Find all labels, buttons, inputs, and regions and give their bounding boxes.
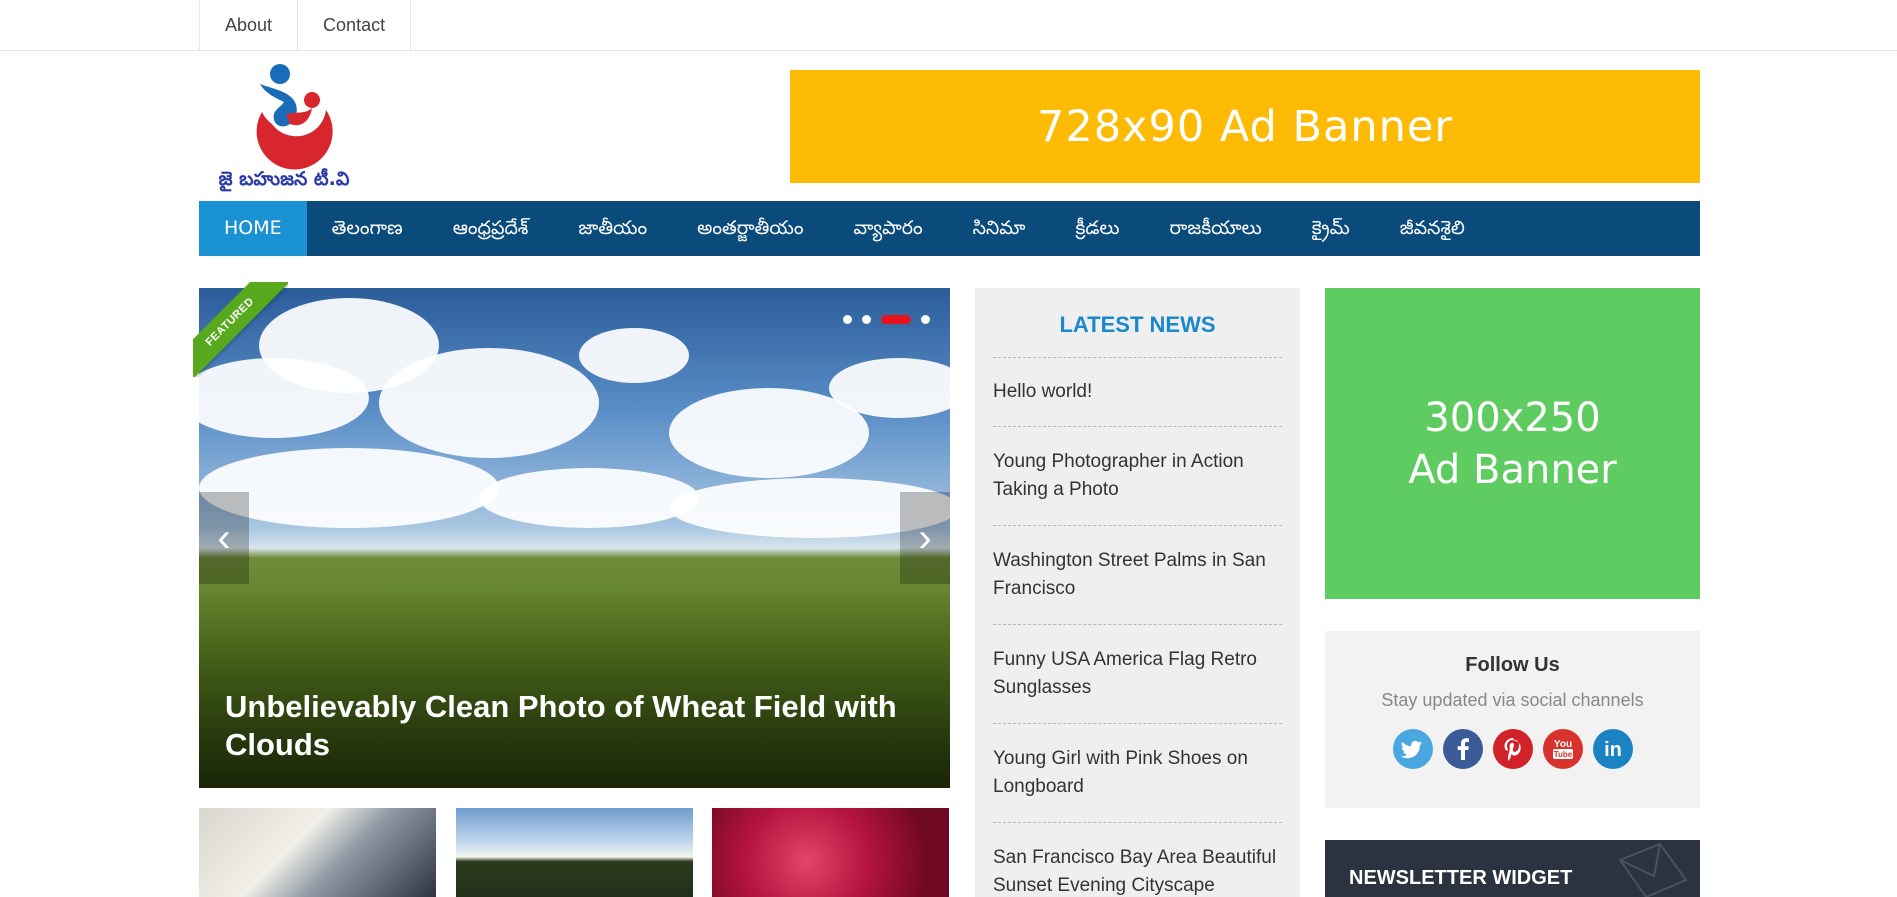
nav-item-crime[interactable]: క్రైమ్	[1287, 201, 1375, 256]
chevron-left-icon[interactable]: ‹	[199, 492, 249, 584]
follow-subtitle: Stay updated via social channels	[1381, 690, 1644, 710]
social-icons: You Tube in	[1325, 729, 1700, 769]
news-item[interactable]: Young Girl with Pink Shoes on Longboard	[993, 724, 1282, 823]
cloud-shape	[379, 348, 599, 458]
logo-mark-icon	[256, 64, 333, 170]
latest-news-title: LATEST NEWS	[993, 312, 1282, 358]
featured-slider[interactable]: ‹ › Unbelievably Clean Photo of Wheat Fi…	[199, 288, 950, 788]
nav-item-politics[interactable]: రాజకీయాలు	[1145, 201, 1287, 256]
nav-item-business[interactable]: వ్యాపారం	[828, 201, 947, 256]
twitter-icon[interactable]	[1392, 729, 1433, 769]
slide-title[interactable]: Unbelievably Clean Photo of Wheat Field …	[225, 688, 925, 764]
ad-banner-300x250[interactable]: 300x250 Ad Banner	[1325, 288, 1700, 599]
svg-text:Tube: Tube	[1553, 750, 1572, 759]
nav-item-national[interactable]: జాతీయం	[553, 201, 672, 256]
site-logo[interactable]: జై బహుజన టీ.వి	[214, 62, 354, 194]
svg-text:in: in	[1604, 739, 1622, 761]
nav-item-cinema[interactable]: సినిమా	[948, 201, 1051, 256]
news-item[interactable]: Hello world!	[993, 358, 1282, 427]
post-thumbnail[interactable]	[712, 808, 949, 897]
ad-banner-728x90[interactable]: 728x90 Ad Banner	[790, 70, 1700, 183]
top-bar: About Contact	[0, 0, 1897, 51]
news-item[interactable]: Washington Street Palms in San Francisco	[993, 526, 1282, 625]
news-item[interactable]: Young Photographer in Action Taking a Ph…	[993, 427, 1282, 526]
nav-item-andhra-pradesh[interactable]: ఆంధ్రప్రదేశ్	[428, 201, 554, 256]
nav-item-international[interactable]: అంతర్జాతీయం	[672, 201, 828, 256]
cloud-shape	[479, 468, 699, 528]
svg-text:You: You	[1553, 739, 1571, 750]
slider-dot[interactable]	[862, 315, 871, 324]
pinterest-icon[interactable]	[1492, 729, 1533, 769]
facebook-icon[interactable]	[1442, 729, 1483, 769]
nav-item-home[interactable]: HOME	[199, 201, 307, 256]
slider-dot[interactable]	[843, 315, 852, 324]
follow-title: Follow Us	[1465, 654, 1560, 676]
top-link-about[interactable]: About	[200, 0, 299, 51]
featured-badge: FEATURED	[193, 282, 288, 377]
nav-item-lifestyle[interactable]: జీవనశైలి	[1375, 201, 1490, 256]
news-item[interactable]: Funny USA America Flag Retro Sunglasses	[993, 625, 1282, 724]
post-thumbnail[interactable]	[199, 808, 436, 897]
chevron-right-icon[interactable]: ›	[900, 492, 950, 584]
youtube-icon[interactable]: You Tube	[1542, 729, 1583, 769]
logo-text: జై బహుజన టీ.వి	[218, 168, 350, 190]
slider-dot[interactable]	[921, 315, 930, 324]
follow-us-widget: Follow Us Stay updated via social channe…	[1325, 631, 1700, 808]
main-nav: HOME తెలంగాణ ఆంధ్రప్రదేశ్ జాతీయం అంతర్జా…	[199, 201, 1700, 256]
top-link-contact[interactable]: Contact	[298, 0, 412, 51]
ad-side-line2: Ad Banner	[1408, 446, 1617, 493]
top-links: About Contact	[199, 0, 412, 51]
slider-dot-active[interactable]	[881, 315, 911, 324]
newsletter-widget: NEWSLETTER WIDGET	[1325, 840, 1700, 897]
nav-item-telangana[interactable]: తెలంగాణ	[307, 201, 428, 256]
news-item[interactable]: San Francisco Bay Area Beautiful Sunset …	[993, 823, 1282, 897]
nav-item-sports[interactable]: క్రీడలు	[1050, 201, 1144, 256]
ad-side-line1: 300x250	[1424, 394, 1601, 441]
linkedin-icon[interactable]: in	[1592, 729, 1633, 769]
envelope-icon	[1618, 842, 1688, 897]
newsletter-title: NEWSLETTER WIDGET	[1349, 867, 1573, 889]
cloud-shape	[579, 328, 689, 383]
featured-badge-label: FEATURED	[193, 282, 288, 377]
slider-dots	[843, 315, 930, 324]
post-thumbnail[interactable]	[456, 808, 693, 897]
latest-news-widget: LATEST NEWS Hello world! Young Photograp…	[975, 288, 1300, 897]
